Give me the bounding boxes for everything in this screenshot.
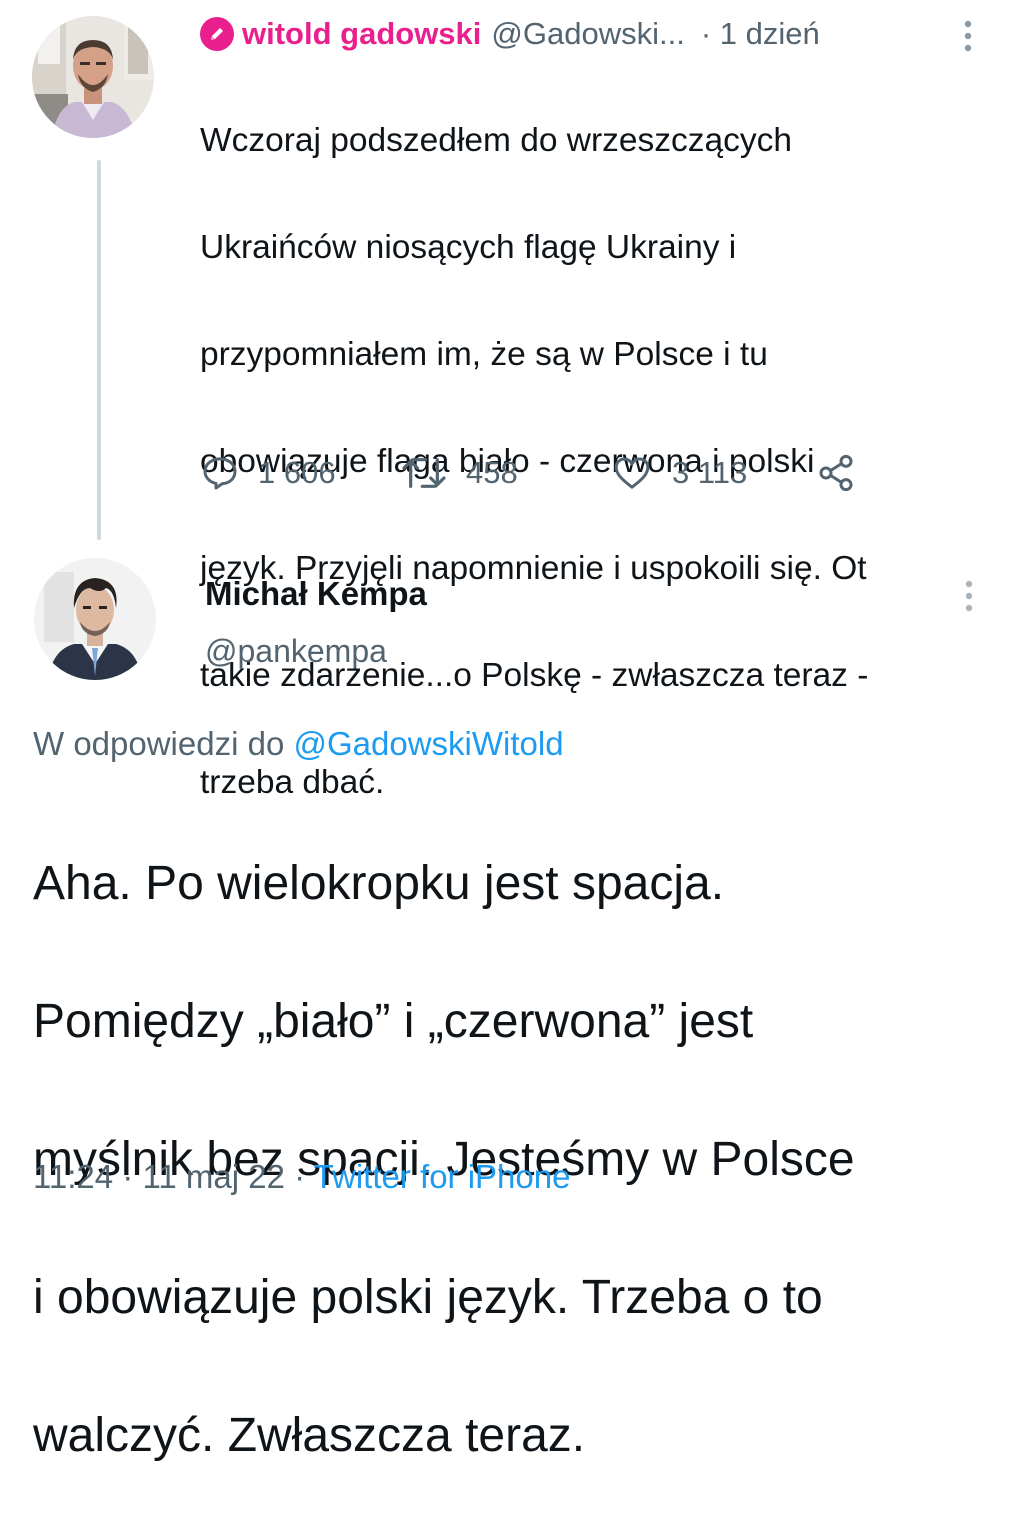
more-vertical-icon[interactable] xyxy=(957,576,981,616)
reply-text-line: i obowiązuje polski język. Trzeba o to xyxy=(33,1271,823,1324)
pen-icon xyxy=(200,17,234,51)
thread-line xyxy=(97,160,101,540)
reply-metadata: 11:24 · 11 maj 22 · Twitter for iPhone xyxy=(33,1158,570,1196)
tweet-text-line: Wczoraj podszedłem do wrzeszczących xyxy=(200,121,793,159)
avatar[interactable] xyxy=(34,558,156,680)
heart-icon xyxy=(614,457,650,489)
reply-text-line: walczyć. Zwłaszcza teraz. xyxy=(33,1409,586,1462)
retweet-button[interactable]: 458 xyxy=(400,443,518,503)
replying-to: W odpowiedzi do @GadowskiWitold xyxy=(33,725,564,763)
avatar[interactable] xyxy=(32,16,154,138)
author-name[interactable]: witold gadowski xyxy=(242,16,481,52)
reply-button[interactable]: 1 606 xyxy=(200,443,336,503)
more-vertical-icon[interactable] xyxy=(956,16,980,56)
replying-to-handle-link[interactable]: @GadowskiWitold xyxy=(293,725,563,762)
replying-to-prefix: W odpowiedzi do xyxy=(33,725,285,762)
reply-text-line: Pomiędzy „biało” i „czerwona” jest xyxy=(33,995,754,1048)
tweet-text-line: Ukraińców niosących flagę Ukrainy i xyxy=(200,228,737,266)
reply-count: 1 606 xyxy=(258,455,336,490)
reply-text-line: Aha. Po wielokropku jest spacja. xyxy=(33,857,725,910)
share-icon xyxy=(819,454,853,492)
tweet-text-line: przypomniałem im, że są w Polsce i tu xyxy=(200,335,768,373)
reply-author-name[interactable]: Michał Kempa xyxy=(205,575,427,613)
like-button[interactable]: 3 113 xyxy=(610,443,747,503)
avatar-photo xyxy=(34,558,156,680)
retweet-icon xyxy=(402,458,446,488)
share-button[interactable] xyxy=(815,443,857,503)
tweet-header: witold gadowski @Gadowski... · 1 dzień xyxy=(200,10,990,58)
reply-timestamp[interactable]: 11:24 · 11 maj 22 · xyxy=(33,1158,305,1195)
reply-author-handle[interactable]: @pankempa xyxy=(205,633,387,670)
tweet-actions: 1 606 458 3 113 xyxy=(200,443,900,503)
reply-icon xyxy=(203,457,237,490)
reply-source-link[interactable]: Twitter for iPhone xyxy=(314,1158,571,1195)
original-tweet[interactable]: witold gadowski @Gadowski... · 1 dzień W… xyxy=(0,0,1015,801)
like-count: 3 113 xyxy=(672,455,748,490)
tweet-time[interactable]: · 1 dzień xyxy=(701,16,820,52)
author-handle[interactable]: @Gadowski... xyxy=(491,16,684,52)
retweet-count: 458 xyxy=(466,455,518,490)
avatar-photo xyxy=(32,16,154,138)
